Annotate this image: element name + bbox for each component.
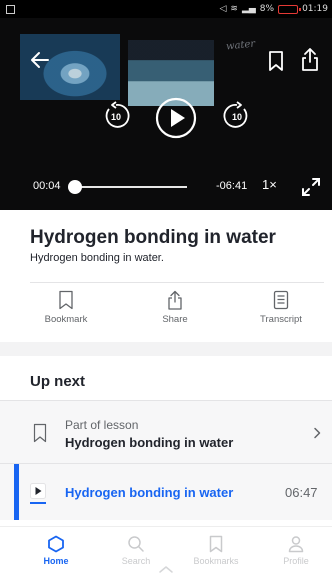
remaining-time: -06:41 — [216, 180, 248, 192]
share-label: Share — [162, 314, 188, 325]
skip-forward-label: 10 — [232, 112, 242, 122]
bookmark-icon[interactable] — [268, 50, 284, 72]
share-icon[interactable] — [301, 46, 319, 72]
chevron-right-icon — [314, 427, 321, 439]
playback-speed-button[interactable]: 1× — [262, 177, 277, 192]
divider — [30, 282, 324, 283]
search-icon — [128, 536, 144, 552]
bookmark-icon — [209, 535, 223, 553]
nav-search[interactable]: Search — [106, 535, 166, 566]
status-bar: ◁ ≋ ▂▄ 8% 01:19 — [0, 0, 332, 18]
play-icon[interactable] — [155, 97, 197, 139]
nav-profile[interactable]: Profile — [266, 535, 326, 566]
share-button[interactable]: Share — [140, 290, 210, 325]
nav-home-label: Home — [43, 556, 69, 566]
video-watch-progress — [30, 502, 46, 504]
clock: 01:19 — [302, 4, 328, 14]
fullscreen-icon[interactable] — [300, 176, 322, 198]
transcript-button[interactable]: Transcript — [246, 290, 316, 325]
video-info: Hydrogen bonding in water Hydrogen bondi… — [0, 210, 332, 342]
home-icon — [48, 535, 64, 553]
seek-handle[interactable] — [68, 180, 82, 194]
video-play-icon — [30, 483, 46, 499]
nav-profile-label: Profile — [283, 556, 309, 566]
current-video-title: Hydrogen bonding in water — [65, 485, 234, 500]
lesson-bookmark-icon — [33, 423, 47, 443]
nav-bookmarks[interactable]: Bookmarks — [186, 535, 246, 566]
battery-icon — [278, 4, 302, 14]
seek-track[interactable] — [71, 186, 187, 188]
current-video-duration: 06:47 — [285, 485, 318, 500]
nav-bookmarks-label: Bookmarks — [193, 556, 239, 566]
bookmark-label: Bookmark — [44, 314, 88, 325]
lesson-row[interactable]: Part of lesson Hydrogen bonding in water — [0, 401, 332, 463]
transcript-icon — [273, 290, 289, 310]
nav-search-label: Search — [121, 556, 151, 566]
battery-percent: 8% — [259, 4, 275, 14]
status-right: ◁ ≋ ▂▄ 8% 01:19 — [219, 4, 328, 14]
current-video-row[interactable]: Hydrogen bonding in water 06:47 — [0, 464, 332, 520]
current-time: 00:04 — [33, 180, 61, 192]
profile-icon — [288, 536, 304, 553]
skip-back-10-icon[interactable]: 10 — [101, 101, 131, 131]
video-subtitle: Hydrogen bonding in water. — [30, 252, 164, 264]
section-separator — [0, 342, 332, 356]
share-icon — [168, 290, 182, 310]
gesture-chevron-up-icon[interactable] — [158, 564, 174, 574]
lesson-part-label: Part of lesson — [65, 418, 139, 432]
skip-forward-10-icon[interactable]: 10 — [222, 101, 252, 131]
signal-icon: ▂▄ — [241, 4, 256, 14]
up-next-heading: Up next — [30, 373, 86, 390]
skip-back-label: 10 — [111, 112, 121, 122]
mute-icon: ◁ — [219, 4, 227, 14]
bookmark-icon — [59, 290, 73, 310]
status-left — [6, 4, 15, 14]
wifi-icon: ≋ — [230, 4, 238, 14]
video-title: Hydrogen bonding in water — [30, 227, 276, 248]
video-player[interactable]: water 10 10 00:04 -06:41 1× — [0, 18, 332, 210]
transcript-label: Transcript — [260, 314, 302, 325]
nav-home[interactable]: Home — [26, 535, 86, 566]
notification-icon — [6, 4, 15, 14]
bookmark-button[interactable]: Bookmark — [31, 290, 101, 325]
lesson-title: Hydrogen bonding in water — [65, 435, 234, 450]
back-arrow-icon[interactable] — [28, 48, 52, 72]
current-indicator-bar — [14, 464, 19, 520]
video-overlay-text: water — [225, 38, 256, 53]
